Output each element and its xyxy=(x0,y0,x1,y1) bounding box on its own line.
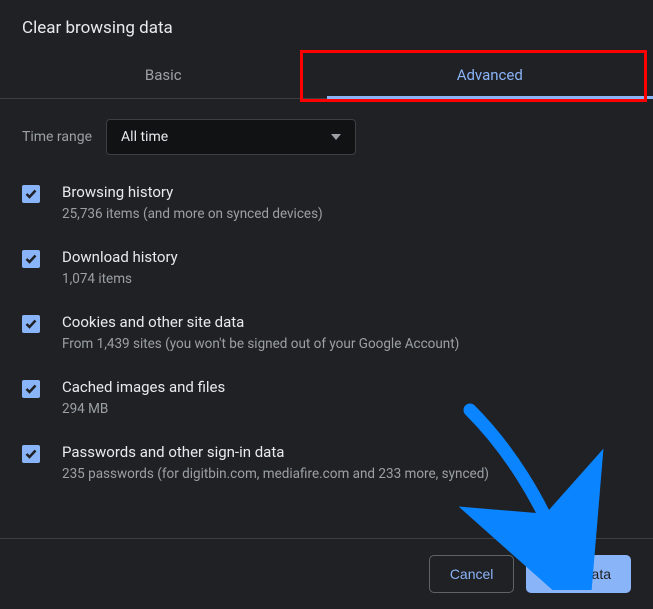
item-browsing-history: Browsing history 25,736 items (and more … xyxy=(22,171,631,236)
checkmark-icon xyxy=(24,187,38,201)
item-subtitle: 235 passwords (for digitbin.com, mediafi… xyxy=(62,465,631,484)
item-title: Download history xyxy=(62,248,631,266)
tab-advanced-label: Advanced xyxy=(457,66,523,84)
clear-data-button[interactable]: Clear data xyxy=(526,555,631,593)
dialog-title: Clear browsing data xyxy=(0,0,653,52)
item-passwords: Passwords and other sign-in data 235 pas… xyxy=(22,431,631,495)
checkmark-icon xyxy=(24,447,38,461)
checkmark-icon xyxy=(24,252,38,266)
checkmark-icon xyxy=(24,382,38,396)
item-title: Passwords and other sign-in data xyxy=(62,443,631,461)
item-cached: Cached images and files 294 MB xyxy=(22,366,631,431)
item-subtitle: From 1,439 sites (you won't be signed ou… xyxy=(62,335,631,354)
tabs-container: Basic Advanced xyxy=(0,52,653,99)
data-types-list: Browsing history 25,736 items (and more … xyxy=(0,165,653,495)
item-download-history: Download history 1,074 items xyxy=(22,236,631,301)
dialog-footer: Cancel Clear data xyxy=(0,538,653,609)
checkmark-icon xyxy=(24,317,38,331)
cancel-button[interactable]: Cancel xyxy=(429,555,515,593)
timerange-selected-value: All time xyxy=(121,129,168,145)
item-title: Browsing history xyxy=(62,183,631,201)
item-cookies: Cookies and other site data From 1,439 s… xyxy=(22,301,631,366)
chevron-down-icon xyxy=(331,134,341,140)
checkbox-cached[interactable] xyxy=(22,380,40,398)
item-title: Cached images and files xyxy=(62,378,631,396)
checkbox-cookies[interactable] xyxy=(22,315,40,333)
checkbox-passwords[interactable] xyxy=(22,445,40,463)
checkbox-browsing-history[interactable] xyxy=(22,185,40,203)
item-title: Cookies and other site data xyxy=(62,313,631,331)
timerange-label: Time range xyxy=(22,129,92,145)
item-subtitle: 25,736 items (and more on synced devices… xyxy=(62,205,631,224)
timerange-row: Time range All time xyxy=(0,99,653,165)
checkbox-download-history[interactable] xyxy=(22,250,40,268)
item-subtitle: 1,074 items xyxy=(62,270,631,289)
tab-basic-label: Basic xyxy=(145,66,182,84)
timerange-select[interactable]: All time xyxy=(106,119,356,155)
tab-basic[interactable]: Basic xyxy=(0,52,327,98)
tab-advanced[interactable]: Advanced xyxy=(327,52,653,98)
item-subtitle: 294 MB xyxy=(62,400,631,419)
